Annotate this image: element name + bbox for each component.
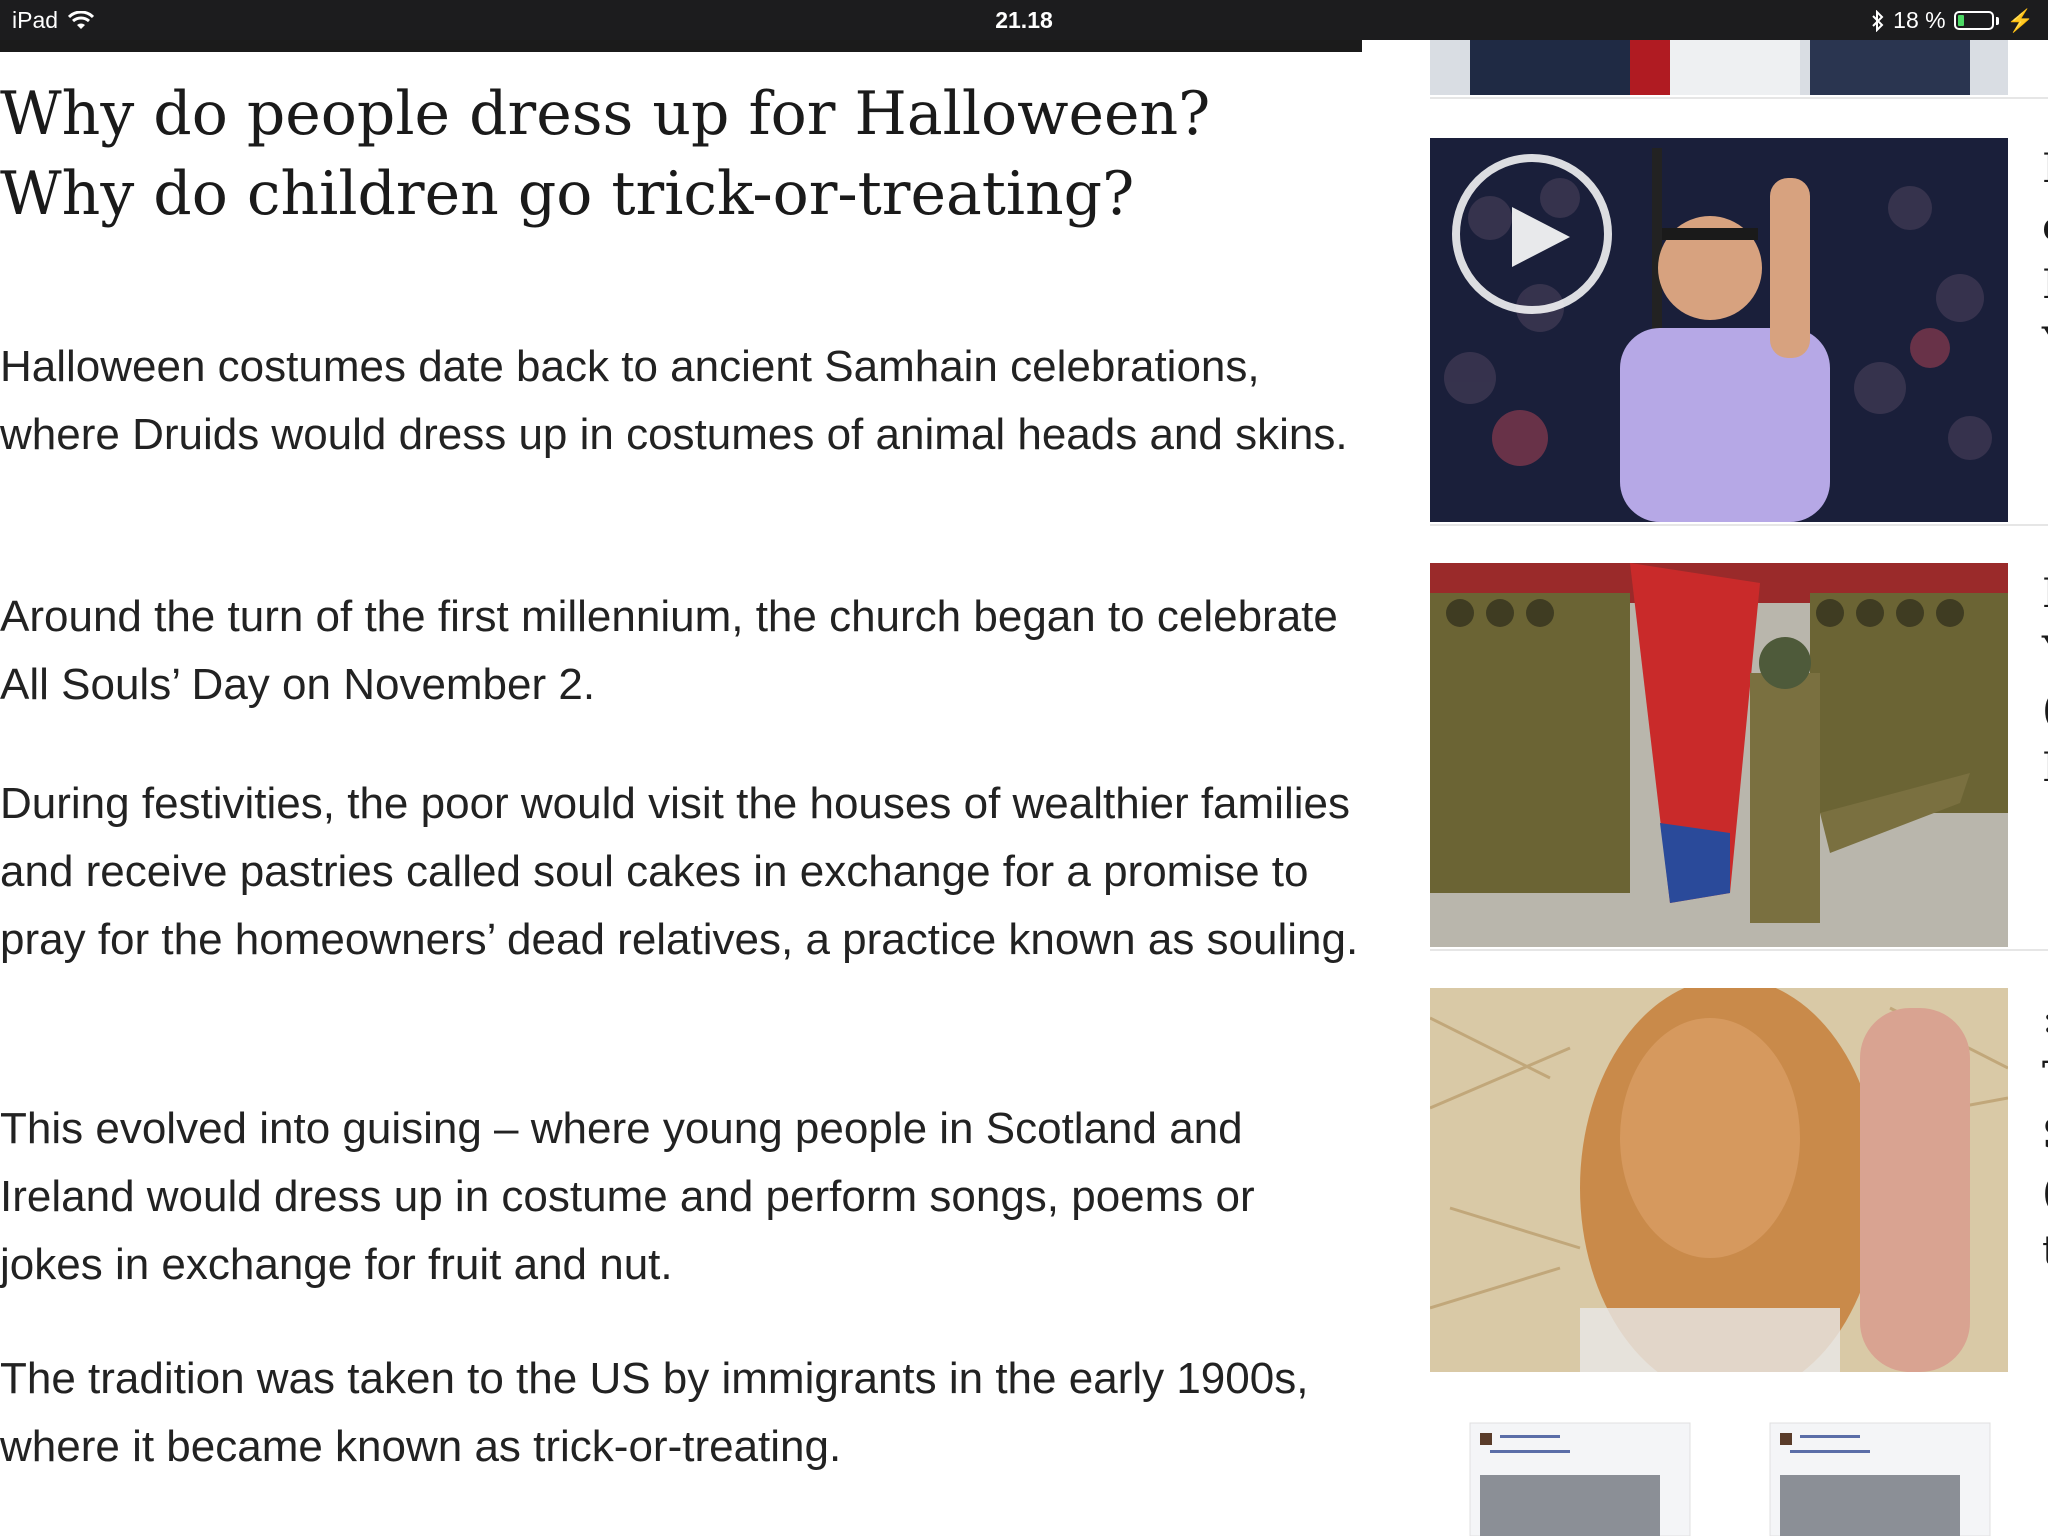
charging-icon: ⚡ xyxy=(2006,7,2034,33)
battery-percent: 18 % xyxy=(1893,7,1946,33)
related-thumbnail[interactable] xyxy=(1430,40,2008,95)
related-headline-fragment[interactable]: IY(I xyxy=(2042,565,2048,797)
battery-nub xyxy=(1995,16,1999,25)
related-thumbnail[interactable] xyxy=(1430,988,2008,1372)
article-paragraph: Around the turn of the first millennium,… xyxy=(0,592,1338,709)
article-paragraph: This evolved into guising – where young … xyxy=(0,1104,1255,1289)
header-divider xyxy=(0,40,1362,52)
article-paragraph: The tradition was taken to the US by imm… xyxy=(0,1354,1309,1471)
video-thumbnail[interactable] xyxy=(1430,138,2008,522)
article-paragraph: Halloween costumes date back to ancient … xyxy=(0,342,1348,459)
article-headline: Why do people dress up for Halloween? Wh… xyxy=(0,79,1211,229)
related-headline-fragment[interactable]: IcIY xyxy=(2042,140,2048,372)
sidebar-divider xyxy=(1430,949,2048,951)
article-paragraph: During festivities, the poor would visit… xyxy=(0,779,1359,964)
related-sidebar: IcIY IY(I :TS(t xyxy=(1430,40,2048,1536)
related-thumbnail[interactable] xyxy=(1430,563,2008,947)
status-bar: iPad 21.18 18 % ⚡ xyxy=(0,0,2048,40)
battery-fill xyxy=(1957,15,1964,26)
related-headline-fragment[interactable]: :TS(t xyxy=(2042,990,2048,1280)
sidebar-divider xyxy=(1430,97,2048,99)
battery-icon xyxy=(1953,11,1994,30)
sidebar-divider xyxy=(1430,524,2048,526)
play-icon[interactable] xyxy=(1504,202,1574,272)
clock: 21.18 xyxy=(995,7,1053,33)
related-thumbnail[interactable] xyxy=(1430,1415,2008,1536)
bluetooth-icon xyxy=(1871,9,1885,32)
status-bar-right: 18 % ⚡ xyxy=(1871,7,2034,34)
